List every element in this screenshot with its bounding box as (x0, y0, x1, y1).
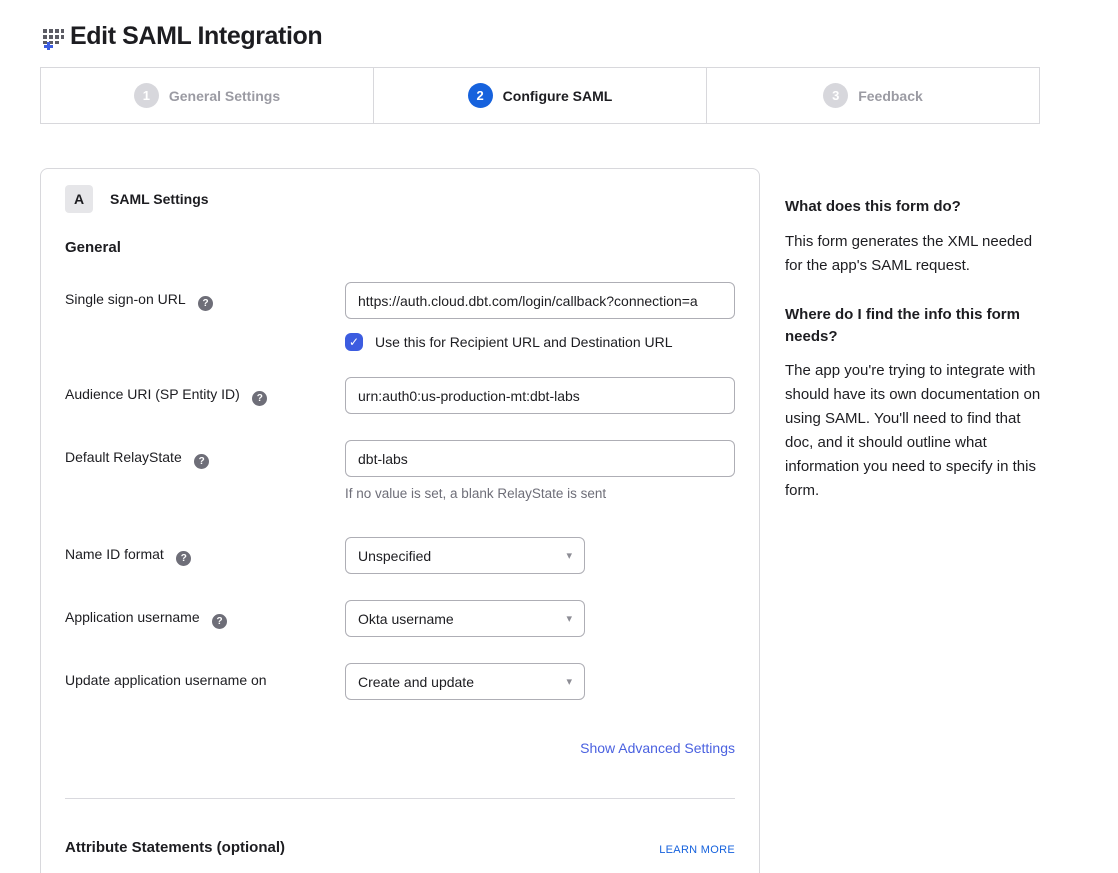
sso-recipient-checkbox-row: ✓ Use this for Recipient URL and Destina… (345, 333, 735, 351)
name-id-format-selected-value: Unspecified (358, 548, 431, 564)
help-icon[interactable]: ? (252, 391, 267, 406)
saml-settings-header: A SAML Settings (65, 185, 735, 213)
saml-settings-card: A SAML Settings General Single sign-on U… (40, 168, 760, 873)
help-sidebar: What does this form do? This form genera… (785, 168, 1041, 529)
general-group-heading: General (65, 239, 735, 256)
page-title: Edit SAML Integration (70, 22, 322, 51)
relay-state-input[interactable] (345, 440, 735, 477)
edit-saml-integration-page: Edit SAML Integration 1 General Settings… (0, 0, 1118, 873)
sso-url-input[interactable] (345, 282, 735, 319)
wizard-step-general-settings[interactable]: 1 General Settings (40, 67, 374, 124)
help-heading-where: Where do I find the info this form needs… (785, 304, 1041, 348)
form-row-application-username: Application username ? Okta username ▾ (65, 600, 735, 637)
update-username-on-label: Update application username on (65, 672, 267, 688)
form-row-name-id-format: Name ID format ? Unspecified ▾ (65, 537, 735, 574)
wizard-step-configure-saml[interactable]: 2 Configure SAML (373, 67, 707, 124)
recipient-url-checkbox-label: Use this for Recipient URL and Destinati… (375, 334, 673, 350)
chevron-down-icon: ▾ (566, 675, 572, 688)
update-username-on-selected-value: Create and update (358, 674, 474, 690)
step-label: General Settings (169, 88, 280, 104)
application-username-select[interactable]: Okta username ▾ (345, 600, 585, 637)
application-username-selected-value: Okta username (358, 611, 454, 627)
chevron-down-icon: ▾ (566, 612, 572, 625)
sso-url-label: Single sign-on URL (65, 291, 186, 307)
attribute-statements-title: Attribute Statements (optional) (65, 839, 285, 856)
relay-state-hint: If no value is set, a blank RelayState i… (345, 486, 735, 501)
help-icon[interactable]: ? (212, 614, 227, 629)
section-title: SAML Settings (110, 191, 209, 207)
learn-more-link[interactable]: LEARN MORE (659, 844, 735, 856)
application-username-label: Application username (65, 609, 200, 625)
audience-uri-input[interactable] (345, 377, 735, 414)
recipient-url-checkbox[interactable]: ✓ (345, 333, 363, 351)
wizard-steps: 1 General Settings 2 Configure SAML 3 Fe… (40, 67, 1040, 124)
update-username-on-select[interactable]: Create and update ▾ (345, 663, 585, 700)
attribute-statements-header: Attribute Statements (optional) LEARN MO… (65, 839, 735, 856)
step-label: Feedback (858, 88, 923, 104)
chevron-down-icon: ▾ (566, 549, 572, 562)
help-icon[interactable]: ? (194, 454, 209, 469)
help-icon[interactable]: ? (198, 296, 213, 311)
form-row-audience-uri: Audience URI (SP Entity ID) ? (65, 377, 735, 414)
step-number-badge: 1 (134, 83, 159, 108)
content-columns: A SAML Settings General Single sign-on U… (40, 168, 1078, 873)
audience-uri-label: Audience URI (SP Entity ID) (65, 386, 240, 402)
form-row-sso-url: Single sign-on URL ? ✓ Use this for Reci… (65, 282, 735, 351)
show-advanced-settings-link[interactable]: Show Advanced Settings (580, 740, 735, 756)
step-number-badge: 2 (468, 83, 493, 108)
wizard-step-feedback[interactable]: 3 Feedback (706, 67, 1040, 124)
app-grid-icon (40, 24, 66, 50)
form-row-relay-state: Default RelayState ? If no value is set,… (65, 440, 735, 501)
relay-state-label: Default RelayState (65, 449, 182, 465)
section-letter-badge: A (65, 185, 93, 213)
step-number-badge: 3 (823, 83, 848, 108)
step-label: Configure SAML (503, 88, 613, 104)
help-body-where: The app you're trying to integrate with … (785, 359, 1041, 503)
page-header: Edit SAML Integration (40, 22, 1078, 51)
help-heading-what: What does this form do? (785, 196, 1041, 218)
help-icon[interactable]: ? (176, 551, 191, 566)
form-row-update-username-on: Update application username on Create an… (65, 663, 735, 700)
help-body-what: This form generates the XML needed for t… (785, 230, 1041, 278)
name-id-format-select[interactable]: Unspecified ▾ (345, 537, 585, 574)
section-divider (65, 798, 735, 799)
name-id-format-label: Name ID format (65, 546, 164, 562)
